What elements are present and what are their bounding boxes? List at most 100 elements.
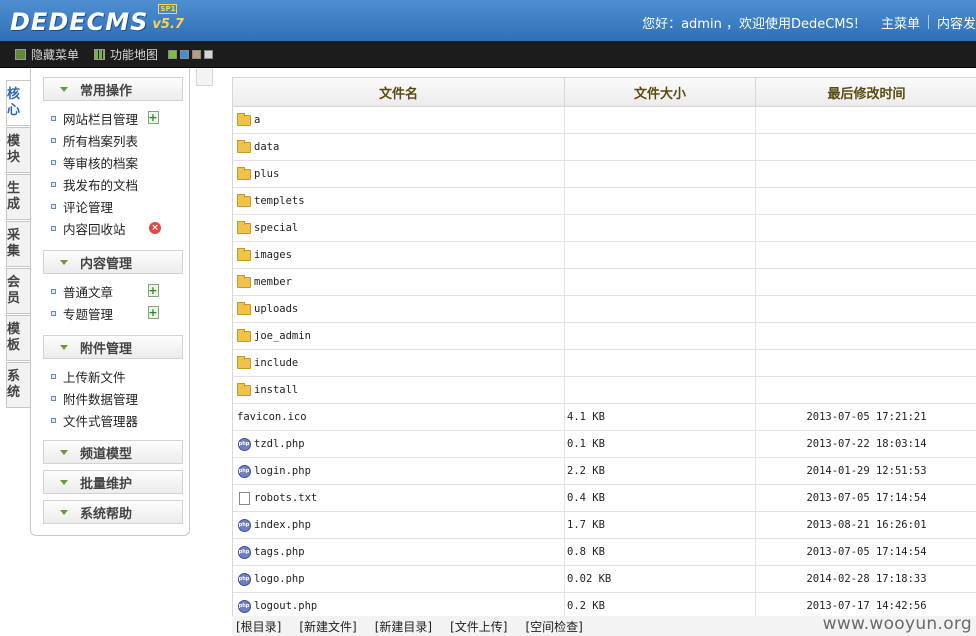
file-name[interactable]: templets xyxy=(254,195,305,207)
menu-item[interactable]: 上传新文件 xyxy=(51,367,126,385)
file-name[interactable]: index.php xyxy=(254,519,311,531)
file-name[interactable]: login.php xyxy=(254,465,311,477)
file-name-cell[interactable]: php login.php xyxy=(233,458,565,484)
file-name-cell[interactable]: images xyxy=(233,242,565,268)
table-row[interactable]: images xyxy=(233,242,976,269)
menu-section-batch[interactable]: 批量维护 xyxy=(43,470,183,494)
menu-item[interactable]: 所有档案列表 xyxy=(51,131,138,149)
file-name[interactable]: special xyxy=(254,222,298,234)
footer-action-link[interactable]: [根目录] xyxy=(236,618,281,635)
table-row[interactable]: php index.php 1.7 KB 2013-08-21 16:26:01 xyxy=(233,512,976,539)
file-name[interactable]: data xyxy=(254,141,279,153)
file-name[interactable]: tags.php xyxy=(254,546,305,558)
hide-menu-button[interactable]: 隐藏菜单 xyxy=(15,46,79,63)
menu-section-content[interactable]: 内容管理 xyxy=(43,250,183,274)
file-name-cell[interactable]: plus xyxy=(233,161,565,187)
site-map-button[interactable]: 功能地图 xyxy=(94,46,158,63)
file-name[interactable]: install xyxy=(254,384,298,396)
panel-splitter[interactable] xyxy=(196,68,213,86)
file-name[interactable]: include xyxy=(254,357,298,369)
menu-section-label: 批量维护 xyxy=(80,476,133,492)
file-name[interactable]: favicon.ico xyxy=(237,411,307,423)
file-name-cell[interactable]: member xyxy=(233,269,565,295)
file-name-cell[interactable]: uploads xyxy=(233,296,565,322)
skin-swatch[interactable] xyxy=(168,50,177,59)
table-row[interactable]: data xyxy=(233,134,976,161)
table-row[interactable]: joe_admin xyxy=(233,323,976,350)
file-name[interactable]: images xyxy=(254,249,292,261)
content-publish-link[interactable]: 内容发 xyxy=(937,13,976,32)
file-name-cell[interactable]: include xyxy=(233,350,565,376)
menu-item[interactable]: 等审核的档案 xyxy=(51,153,138,171)
table-row[interactable]: include xyxy=(233,350,976,377)
file-name-cell[interactable]: special xyxy=(233,215,565,241)
table-row[interactable]: templets xyxy=(233,188,976,215)
skin-swatch[interactable] xyxy=(180,50,189,59)
table-row[interactable]: member xyxy=(233,269,976,296)
module-tab[interactable]: 模块 xyxy=(6,127,30,173)
footer-action-link[interactable]: [文件上传] xyxy=(450,618,507,635)
menu-section-attachments[interactable]: 附件管理 xyxy=(43,335,183,359)
file-name[interactable]: tzdl.php xyxy=(254,438,305,450)
menu-item[interactable]: 普通文章 xyxy=(51,282,113,300)
file-name-cell[interactable]: php logo.php xyxy=(233,566,565,592)
file-name[interactable]: logo.php xyxy=(254,573,305,585)
module-tab[interactable]: 会员 xyxy=(6,268,30,314)
file-name[interactable]: joe_admin xyxy=(254,330,311,342)
file-name-cell[interactable]: php tzdl.php xyxy=(233,431,565,457)
table-row[interactable]: favicon.ico 4.1 KB 2013-07-05 17:21:21 xyxy=(233,404,976,431)
file-name-cell[interactable]: install xyxy=(233,377,565,403)
menu-item[interactable]: 我发布的文档 xyxy=(51,175,138,193)
file-name[interactable]: uploads xyxy=(254,303,298,315)
footer-action-link[interactable]: [新建文件] xyxy=(299,618,356,635)
module-tab[interactable]: 生成 xyxy=(6,174,30,220)
add-icon[interactable]: + xyxy=(147,306,159,319)
menu-item[interactable]: 评论管理 xyxy=(51,197,113,215)
file-name[interactable]: logout.php xyxy=(254,600,317,612)
table-row[interactable]: php tzdl.php 0.1 KB 2013-07-22 18:03:14 xyxy=(233,431,976,458)
table-row[interactable]: php tags.php 0.8 KB 2013-07-05 17:14:54 xyxy=(233,539,976,566)
file-name-cell[interactable]: a xyxy=(233,107,565,133)
bullet-icon xyxy=(51,288,56,294)
menu-item[interactable]: 附件数据管理 xyxy=(51,389,138,407)
menu-item[interactable]: 文件式管理器 xyxy=(51,411,138,429)
footer-action-link[interactable]: [新建目录] xyxy=(375,618,432,635)
add-icon[interactable]: + xyxy=(147,284,159,297)
main-menu-link[interactable]: 主菜单 xyxy=(881,13,920,32)
module-tab[interactable]: 模板 xyxy=(6,315,30,361)
module-tab[interactable]: 核心 xyxy=(6,80,30,126)
menu-section-label: 内容管理 xyxy=(80,256,133,272)
menu-section-help[interactable]: 系统帮助 xyxy=(43,500,183,524)
menu-item[interactable]: 内容回收站 xyxy=(51,219,126,237)
menu-item[interactable]: 专题管理 xyxy=(51,304,113,322)
module-tab[interactable]: 采集 xyxy=(6,221,30,267)
file-name[interactable]: member xyxy=(254,276,292,288)
file-name-cell[interactable]: joe_admin xyxy=(233,323,565,349)
table-row[interactable]: php login.php 2.2 KB 2014-01-29 12:51:53 xyxy=(233,458,976,485)
file-name-cell[interactable]: php tags.php xyxy=(233,539,565,565)
add-icon[interactable]: + xyxy=(147,111,159,124)
footer-action-link[interactable]: [空间检查] xyxy=(526,618,583,635)
menu-section-channel-model[interactable]: 频道模型 xyxy=(43,440,183,464)
table-row[interactable]: install xyxy=(233,377,976,404)
skin-swatch[interactable] xyxy=(192,50,201,59)
file-name-cell[interactable]: data xyxy=(233,134,565,160)
file-name[interactable]: a xyxy=(254,114,260,126)
skin-swatch[interactable] xyxy=(204,50,213,59)
file-name-cell[interactable]: robots.txt xyxy=(233,485,565,511)
menu-section-common[interactable]: 常用操作 xyxy=(43,77,183,101)
file-name-cell[interactable]: favicon.ico xyxy=(233,404,565,430)
table-row[interactable]: php logo.php 0.02 KB 2014-02-28 17:18:33 xyxy=(233,566,976,593)
table-row[interactable]: uploads xyxy=(233,296,976,323)
menu-item[interactable]: 网站栏目管理 xyxy=(51,109,138,127)
clear-recycle-icon[interactable]: × xyxy=(149,222,161,234)
table-row[interactable]: special xyxy=(233,215,976,242)
module-tab[interactable]: 系统 xyxy=(6,362,30,408)
file-name-cell[interactable]: php index.php xyxy=(233,512,565,538)
table-row[interactable]: robots.txt 0.4 KB 2013-07-05 17:14:54 xyxy=(233,485,976,512)
table-row[interactable]: a xyxy=(233,107,976,134)
file-name[interactable]: robots.txt xyxy=(254,492,317,504)
file-name[interactable]: plus xyxy=(254,168,279,180)
file-name-cell[interactable]: templets xyxy=(233,188,565,214)
table-row[interactable]: plus xyxy=(233,161,976,188)
